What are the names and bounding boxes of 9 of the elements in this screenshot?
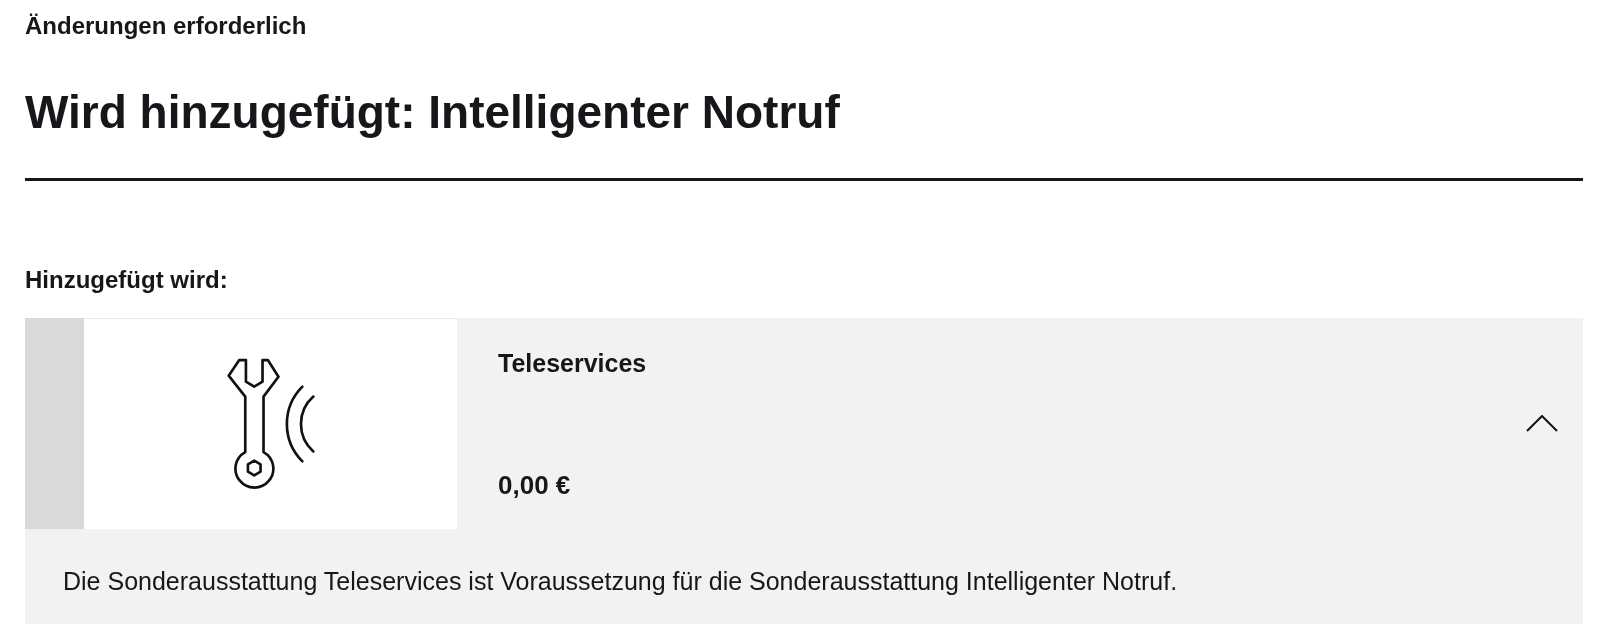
page-title: Wird hinzugefügt: Intelligenter Notruf — [25, 85, 840, 140]
section-heading: Hinzugefügt wird: — [25, 265, 228, 295]
item-name: Teleservices — [498, 348, 647, 379]
item-description: Die Sonderausstattung Teleservices ist Voraussetzung für die Sonderausstattung Intelligenter Notruf. — [63, 566, 1178, 597]
wrench-signal-icon — [226, 358, 315, 490]
chevron-up-icon — [1526, 415, 1558, 432]
status-label: Änderungen erforderlich — [25, 11, 307, 41]
item-price: 0,00 € — [498, 469, 571, 501]
toggle-button[interactable] — [1526, 415, 1558, 432]
